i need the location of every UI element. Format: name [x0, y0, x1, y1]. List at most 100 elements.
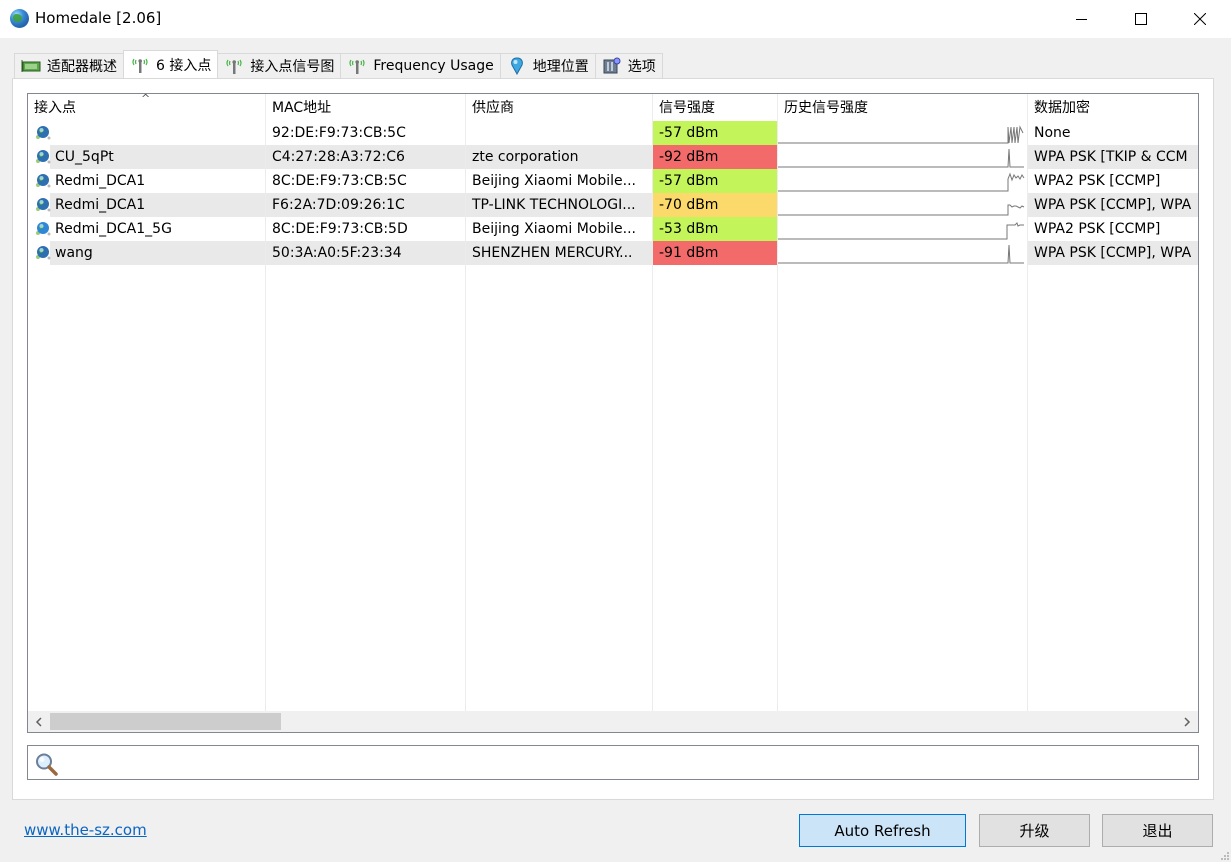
signal-history-graph	[778, 145, 1027, 169]
cell-ssid: Redmi_DCA1_5G	[55, 221, 172, 237]
signal-history-graph	[778, 217, 1027, 241]
search-input[interactable]	[66, 749, 1186, 776]
cell-signal: -70 dBm	[653, 193, 777, 217]
tab-adapter-overview[interactable]: 适配器概述	[14, 53, 124, 78]
signal-history-graph	[778, 193, 1027, 217]
signal-history-graph	[778, 169, 1027, 193]
upgrade-button[interactable]: 升级	[979, 814, 1090, 847]
window-title: Homedale [2.06]	[35, 9, 162, 27]
signal-history-sparkline	[778, 172, 1025, 192]
signal-history-graph	[778, 121, 1027, 145]
tab-access-points[interactable]: 6 接入点	[123, 50, 219, 78]
signal-history-sparkline	[778, 244, 1024, 264]
minimize-icon	[1076, 19, 1087, 20]
network-card-icon	[21, 58, 41, 74]
cell-mac: 8C:DE:F9:73:CB:5D	[272, 221, 408, 237]
cell-encryption: WPA2 PSK [CCMP]	[1034, 221, 1161, 237]
signal-history-sparkline	[778, 204, 1025, 216]
maximize-icon	[1135, 13, 1147, 25]
sort-ascending-icon: ^	[141, 93, 151, 105]
chevron-left-icon	[35, 716, 42, 727]
tab-signal-graph[interactable]: 接入点信号图	[217, 53, 342, 78]
table-row[interactable]: wang 50:3A:A0:5F:23:34 SHENZHEN MERCURY...…	[28, 241, 1198, 265]
auto-refresh-button[interactable]: Auto Refresh	[799, 814, 966, 847]
maximize-button[interactable]	[1112, 0, 1170, 38]
column-header-signal-history[interactable]: 历史信号强度	[778, 94, 1027, 120]
cell-mac: F6:2A:7D:09:26:1C	[272, 197, 405, 213]
cell-mac: 50:3A:A0:5F:23:34	[272, 245, 402, 261]
tab-bar: 适配器概述 6 接入点 接入点信号图 Frequency Usage 地理位置 …	[14, 50, 663, 78]
tab-label: 适配器概述	[47, 59, 117, 75]
tab-label: 地理位置	[532, 59, 589, 75]
cell-encryption: WPA PSK [CCMP], WPA	[1034, 245, 1192, 261]
cell-encryption: WPA PSK [CCMP], WPA	[1034, 197, 1192, 213]
cell-vendor: Beijing Xiaomi Mobile...	[472, 221, 636, 237]
signal-history-graph	[778, 241, 1027, 265]
website-link[interactable]: www.the-sz.com	[24, 821, 147, 839]
table-row[interactable]: Redmi_DCA1 8C:DE:F9:73:CB:5C Beijing Xiaom…	[28, 169, 1198, 193]
history-line	[778, 244, 1024, 264]
antenna-icon	[224, 58, 244, 74]
cell-mac: 92:DE:F9:73:CB:5C	[272, 125, 406, 141]
cell-signal: -57 dBm	[653, 121, 777, 145]
horizontal-scrollbar[interactable]	[28, 711, 1198, 732]
cell-signal: -53 dBm	[653, 217, 777, 241]
signal-history-sparkline	[778, 222, 1024, 240]
cell-ssid	[50, 121, 265, 145]
search-icon	[36, 753, 58, 776]
tab-options[interactable]: 选项	[594, 53, 663, 78]
list-header: 接入点 ^ MAC地址 供应商 信号强度 历史信号强度 数据加密	[28, 94, 1198, 120]
column-header-ssid[interactable]: 接入点 ^	[28, 94, 265, 120]
cell-vendor: TP-LINK TECHNOLOGI...	[472, 197, 636, 213]
table-row[interactable]: Redmi_DCA1_5G 8C:DE:F9:73:CB:5D Beijing Xi…	[28, 217, 1198, 241]
cell-signal: -57 dBm	[653, 169, 777, 193]
history-line	[778, 204, 1025, 216]
cell-encryption: None	[1034, 125, 1071, 141]
table-row[interactable]: 92:DE:F9:73:CB:5C -57 dBm None	[28, 121, 1198, 145]
history-line	[778, 172, 1025, 192]
close-icon	[1194, 13, 1206, 25]
column-header-encryption[interactable]: 数据加密	[1028, 94, 1198, 120]
exit-button[interactable]: 退出	[1102, 814, 1213, 847]
cell-mac: 8C:DE:F9:73:CB:5C	[272, 173, 407, 189]
column-header-label: 接入点	[34, 100, 76, 116]
tab-frequency-usage[interactable]: Frequency Usage	[340, 53, 501, 78]
cell-encryption: WPA2 PSK [CCMP]	[1034, 173, 1161, 189]
column-header-vendor[interactable]: 供应商	[466, 94, 652, 120]
tab-label: 选项	[627, 59, 656, 75]
chevron-right-icon	[1184, 716, 1191, 727]
column-header-signal[interactable]: 信号强度	[653, 94, 777, 120]
cell-ssid: Redmi_DCA1	[55, 197, 146, 213]
tab-label: 6 接入点	[156, 57, 212, 74]
antenna-icon	[130, 57, 150, 73]
signal-history-sparkline	[778, 125, 1024, 144]
history-line	[778, 148, 1024, 168]
map-pin-icon	[507, 57, 527, 75]
minimize-button[interactable]	[1053, 0, 1111, 38]
cell-vendor: SHENZHEN MERCURY...	[472, 245, 633, 261]
access-point-list[interactable]: 接入点 ^ MAC地址 供应商 信号强度 历史信号强度 数据加密 92:DE:F…	[27, 93, 1199, 733]
column-header-mac[interactable]: MAC地址	[266, 94, 465, 120]
cell-ssid: Redmi_DCA1	[55, 173, 146, 189]
table-row[interactable]: Redmi_DCA1 F6:2A:7D:09:26:1C TP-LINK TECHN…	[28, 193, 1198, 217]
tab-label: Frequency Usage	[373, 58, 494, 74]
close-button[interactable]	[1171, 0, 1229, 38]
title-bar: Homedale [2.06]	[0, 0, 1231, 38]
cell-vendor	[466, 121, 652, 145]
cell-signal: -92 dBm	[653, 145, 777, 169]
cell-vendor: zte corporation	[472, 149, 579, 165]
cell-mac: C4:27:28:A3:72:C6	[272, 149, 405, 165]
scrollbar-thumb[interactable]	[50, 713, 281, 730]
scroll-left-button[interactable]	[30, 711, 48, 732]
settings-icon	[602, 57, 622, 74]
table-row[interactable]: CU_5qPt C4:27:28:A3:72:C6 zte corporation -…	[28, 145, 1198, 169]
filter-box	[27, 745, 1199, 780]
tab-label: 接入点信号图	[250, 59, 335, 75]
scroll-right-button[interactable]	[1178, 711, 1196, 732]
resize-grip-icon[interactable]	[1219, 850, 1229, 860]
cell-ssid: CU_5qPt	[55, 149, 114, 165]
history-line	[778, 222, 1024, 240]
cell-encryption: WPA PSK [TKIP & CCM	[1034, 149, 1188, 165]
cell-signal: -91 dBm	[653, 241, 777, 265]
tab-location[interactable]: 地理位置	[499, 53, 596, 78]
